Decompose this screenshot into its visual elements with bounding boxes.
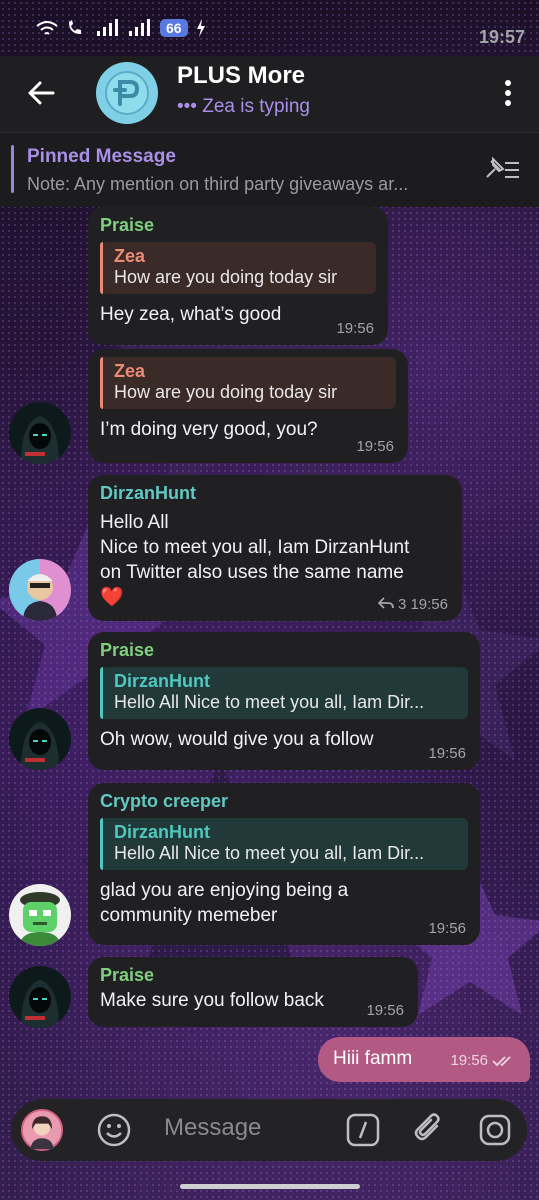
reply-quote[interactable]: DirzanHunt Hello All Nice to meet you al…: [100, 818, 468, 870]
clock: 19:57: [478, 27, 525, 47]
reply-quote[interactable]: DirzanHunt Hello All Nice to meet you al…: [100, 667, 468, 719]
message-line: Hello All: [100, 512, 169, 533]
pinned-list-icon[interactable]: [483, 155, 521, 183]
avatar-crypto-creeper[interactable]: [9, 884, 71, 946]
slash-command-icon: [346, 1113, 380, 1147]
pinned-indicator: [11, 145, 14, 193]
message-text: Hey zea, what’s good: [100, 304, 282, 325]
status-icons: 66: [36, 19, 206, 37]
reply-text: How are you doing today sir: [114, 382, 338, 402]
pinned-title: Pinned Message: [27, 146, 176, 167]
sender-name[interactable]: DirzanHunt: [100, 483, 450, 504]
message-time: 19:56: [336, 320, 374, 337]
sender-name[interactable]: Praise: [100, 215, 376, 236]
message-bubble[interactable]: DirzanHunt Hello All Nice to meet you al…: [88, 475, 462, 621]
message-time: 19:56: [356, 438, 394, 455]
user-avatar-icon: [21, 1109, 63, 1151]
message-line: community memeber: [100, 905, 278, 926]
message-bubble[interactable]: Praise Zea How are you doing today sir H…: [88, 207, 388, 345]
outgoing-message-bubble[interactable]: Hiii famm 19:56: [318, 1037, 530, 1082]
reply-sender: Zea: [114, 361, 146, 381]
more-options-icon[interactable]: [503, 78, 513, 108]
message-line: glad you are enjoying being a: [100, 880, 349, 901]
sender-name[interactable]: Praise: [100, 965, 406, 986]
message-time: 19:56: [450, 1052, 488, 1069]
message-text: I’m doing very good, you?: [100, 419, 318, 440]
group-avatar[interactable]: [96, 62, 158, 124]
green-character-avatar: [9, 884, 71, 946]
reply-text: Hello All Nice to meet you all, Iam Dir.…: [114, 692, 425, 712]
reply-quote[interactable]: Zea How are you doing today sir: [100, 357, 396, 409]
reply-sender: Zea: [114, 246, 146, 266]
reply-count[interactable]: 3: [398, 596, 406, 613]
reply-text: Hello All Nice to meet you all, Iam Dir.…: [114, 843, 425, 863]
reply-sender: DirzanHunt: [114, 822, 210, 842]
hooded-figure-avatar: [9, 402, 71, 464]
attach-button[interactable]: [408, 1109, 450, 1151]
emoji-button[interactable]: [93, 1109, 135, 1151]
status-bar: 19:57 66: [0, 0, 539, 56]
smiley-icon: [97, 1113, 131, 1147]
avatar-dirzanhunt[interactable]: [9, 559, 71, 621]
pinned-text: Note: Any mention on third party giveawa…: [27, 174, 409, 194]
message-bubble[interactable]: Praise Make sure you follow back 19:56: [88, 957, 418, 1027]
message-input[interactable]: Message: [164, 1114, 261, 1142]
camera-button[interactable]: [474, 1109, 516, 1151]
message-text: Hiii famm: [333, 1048, 413, 1069]
reply-sender: DirzanHunt: [114, 671, 210, 691]
message-line: Nice to meet you all, Iam DirzanHunt: [100, 537, 410, 558]
signal-icon: [97, 19, 118, 36]
message-composer: Message: [11, 1099, 527, 1161]
back-arrow-icon[interactable]: [26, 78, 56, 108]
battery-level: 66: [160, 19, 188, 37]
commands-button[interactable]: [342, 1109, 384, 1151]
sender-name[interactable]: Crypto creeper: [100, 791, 468, 812]
cartoon-avatar: [9, 559, 71, 621]
reply-count-icon[interactable]: [377, 597, 394, 609]
avatar-praise[interactable]: [9, 402, 71, 464]
message-time: 19:56: [410, 596, 448, 613]
message-text: Oh wow, would give you a follow: [100, 729, 374, 750]
charging-icon: [196, 19, 205, 37]
read-checkmarks-icon: [492, 1056, 511, 1067]
message-time: 19:56: [366, 1002, 404, 1019]
chat-header: PLUS More ••• Zea is typing: [0, 56, 539, 132]
message-time: 19:56: [428, 920, 466, 937]
reply-quote[interactable]: Zea How are you doing today sir: [100, 242, 376, 294]
camera-icon: [479, 1114, 511, 1146]
signal-icon-2: [129, 19, 150, 36]
message-line: on Twitter also uses the same name: [100, 562, 404, 583]
plus-logo-icon: [105, 71, 149, 115]
message-meta: 3 19:56: [377, 596, 448, 613]
volte-call-icon: [69, 20, 81, 34]
wifi-icon: [36, 21, 58, 35]
home-indicator[interactable]: [180, 1184, 360, 1189]
avatar-praise[interactable]: [9, 708, 71, 770]
message-bubble[interactable]: Zea How are you doing today sir I’m doin…: [88, 349, 408, 463]
sender-name[interactable]: Praise: [100, 640, 468, 661]
reply-text: How are you doing today sir: [114, 267, 338, 287]
message-bubble[interactable]: Crypto creeper DirzanHunt Hello All Nice…: [88, 783, 480, 945]
avatar-praise[interactable]: [9, 966, 71, 1028]
paperclip-icon: [414, 1113, 440, 1141]
chat-title[interactable]: PLUS More: [177, 62, 305, 90]
profile-avatar[interactable]: [21, 1109, 63, 1151]
message-bubble[interactable]: Praise DirzanHunt Hello All Nice to meet…: [88, 632, 480, 770]
hooded-figure-avatar: [9, 708, 71, 770]
message-text: Make sure you follow back: [100, 990, 324, 1011]
typing-indicator: ••• Zea is typing: [177, 96, 310, 117]
message-time: 19:56: [428, 745, 466, 762]
hooded-figure-avatar: [9, 966, 71, 1028]
pinned-message-bar[interactable]: Pinned Message Note: Any mention on thir…: [0, 132, 539, 207]
